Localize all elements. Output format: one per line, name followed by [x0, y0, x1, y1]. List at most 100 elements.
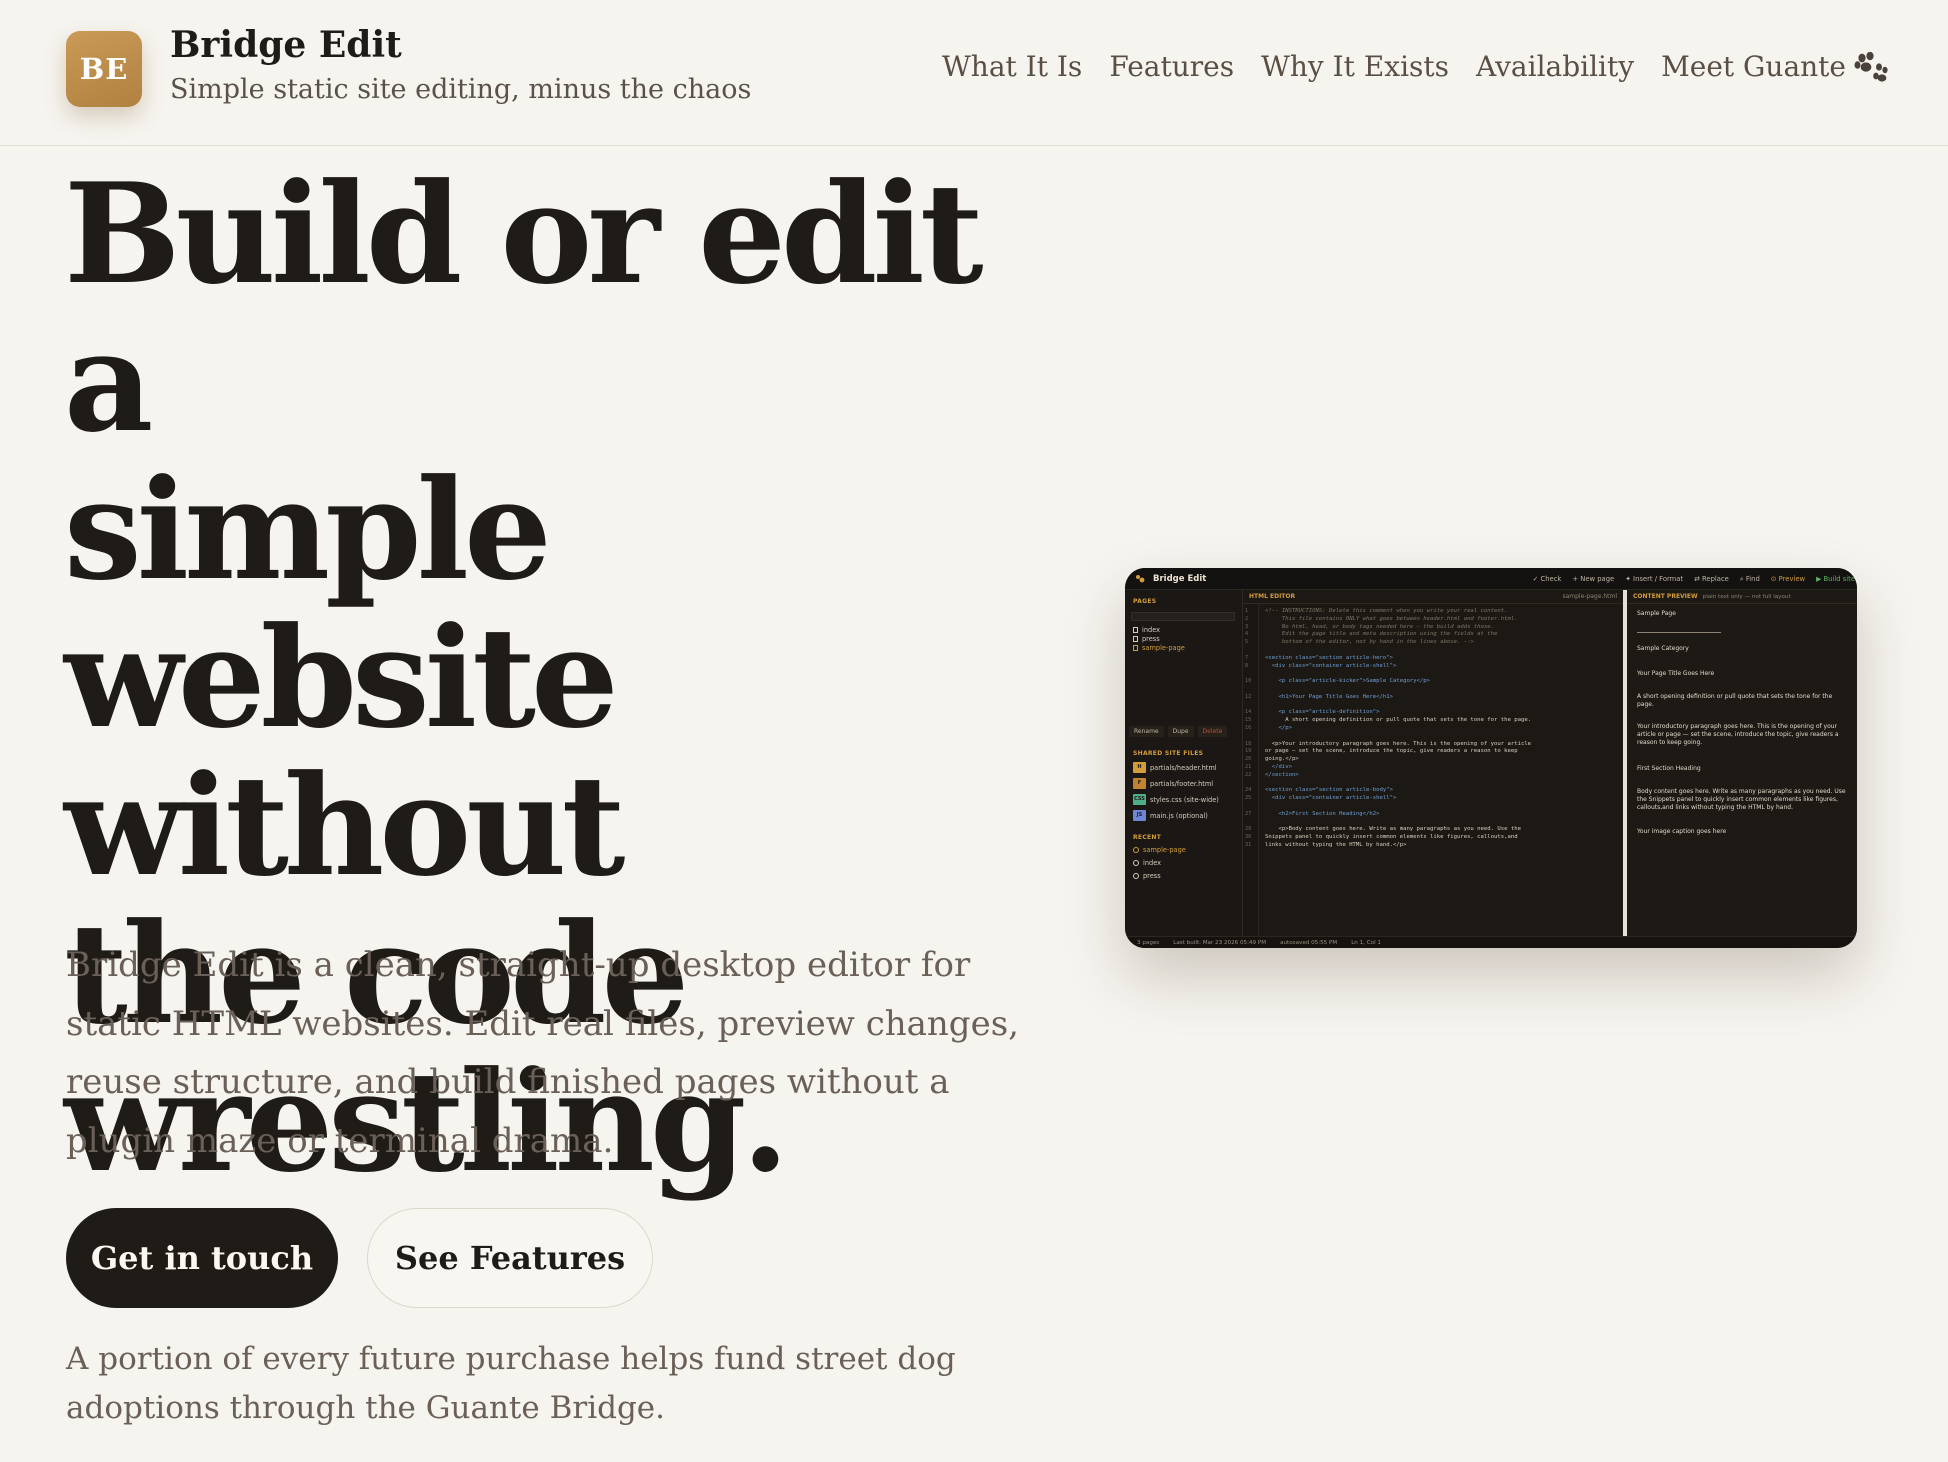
line-number: 1	[1245, 608, 1249, 614]
toolbar-replace: ⇄ Replace	[1694, 575, 1729, 583]
line-number: 19	[1245, 748, 1252, 755]
status-pages: 3 pages	[1137, 939, 1160, 946]
toolbar-new-page: + New page	[1572, 575, 1615, 583]
clock-icon	[1133, 860, 1139, 866]
app-logo-icon	[1136, 575, 1145, 583]
delete-button: Delete	[1197, 726, 1228, 737]
shared-file-label: main.js (optional)	[1150, 811, 1208, 820]
line-number: 3	[1245, 623, 1249, 630]
status-cursor: Ln 1, Col 1	[1351, 939, 1381, 946]
get-in-touch-button[interactable]: Get in touch	[66, 1208, 338, 1308]
see-features-button[interactable]: See Features	[367, 1208, 653, 1308]
line-number: 22	[1245, 771, 1252, 778]
line-number: 25	[1245, 795, 1252, 802]
hero-title-line: Build or edit a	[64, 152, 984, 463]
line-number: 24	[1245, 787, 1252, 794]
status-last-built: Last built: Mar 23 2026 05:49 PM	[1173, 939, 1267, 946]
shared-file-item: CSS styles.css (site-wide)	[1133, 794, 1219, 805]
toolbar-find: ⌕ Find	[1739, 574, 1760, 583]
page-search-field	[1131, 612, 1235, 621]
dupe-button: Dupe	[1167, 726, 1194, 737]
line-number: 10	[1245, 678, 1252, 685]
page-icon	[1133, 636, 1138, 642]
line-gutter: 1 2 3 4 5 7 8 10 12 14 15 16 18 19 20 21 22 24 25 27 29 30 31	[1243, 604, 1259, 936]
shared-file-label: styles.css (site-wide)	[1150, 795, 1219, 804]
code-line: <h1>Your Page Title Goes Here</h1>	[1265, 693, 1393, 700]
page-actions: Rename Dupe Delete	[1129, 726, 1228, 737]
code-line: or page — set the scene, introduce the t…	[1265, 748, 1518, 755]
page-item: press	[1133, 635, 1160, 643]
css-file-icon: CSS	[1133, 794, 1146, 805]
code-line: going.</p>	[1265, 756, 1299, 763]
paw-icon	[1854, 51, 1888, 82]
clock-icon	[1133, 847, 1139, 853]
code-line: <p class="article-kicker">Sample Categor…	[1265, 678, 1431, 685]
code-line: <!-- INSTRUCTIONS: Delete this comment w…	[1265, 608, 1508, 614]
site-header: BE Bridge Edit Simple static site editin…	[0, 0, 1948, 146]
toolbar-build-site: ▶ Build site	[1816, 575, 1855, 583]
rename-button: Rename	[1129, 726, 1164, 737]
page-icon	[1133, 645, 1138, 651]
preview-block: First Section Heading	[1637, 765, 1701, 772]
line-number: 4	[1245, 631, 1249, 638]
page-item-label: sample-page	[1142, 644, 1185, 652]
donation-note: A portion of every future purchase helps…	[66, 1341, 956, 1426]
line-number: 12	[1245, 693, 1252, 700]
nav-link-meet-guante[interactable]: Meet Guante	[1661, 50, 1888, 83]
html-editor-panel: HTML EDITOR sample-page.html 1 2 3 4 5 7 8 10 12…	[1243, 590, 1623, 936]
app-screenshot: Bridge Edit ✓ Check + New page ✦ Insert …	[1125, 568, 1857, 948]
shared-file-item: Fpartials/footer.html	[1133, 778, 1213, 789]
recent-item-label: sample-page	[1143, 846, 1186, 854]
brand-tagline: Simple static site editing, minus the ch…	[170, 74, 752, 105]
code-line: links without typing the HTML by hand.</…	[1265, 842, 1407, 848]
line-number: 15	[1245, 717, 1252, 724]
shared-file-label: partials/footer.html	[1150, 779, 1214, 788]
code-line: <section class="section article-hero">	[1265, 654, 1393, 661]
preview-block: Sample Page	[1637, 610, 1676, 617]
editor-heading: HTML EDITOR	[1249, 593, 1296, 600]
shared-file-item: JS main.js (optional)	[1133, 810, 1208, 821]
line-number: 14	[1245, 709, 1252, 716]
nav-link-label: Meet Guante	[1661, 50, 1846, 83]
code-line: <p>Body content goes here. Write as many…	[1265, 826, 1521, 833]
nav-link-availability[interactable]: Availability	[1476, 50, 1634, 83]
toolbar-check: ✓ Check	[1532, 575, 1562, 583]
line-number: 21	[1245, 764, 1252, 770]
code-line: This file contains ONLY what goes betwee…	[1265, 615, 1518, 622]
hero-title-line: simple website	[64, 448, 619, 759]
app-statusbar: 3 pages Last built: Mar 23 2026 05:49 PM…	[1125, 936, 1857, 948]
preview-block: A short opening definition or pull quote…	[1637, 693, 1833, 708]
code-line: </p>	[1265, 725, 1292, 731]
page-item-label: index	[1142, 626, 1161, 634]
recent-item: index	[1133, 859, 1161, 867]
nav-link-features[interactable]: Features	[1109, 50, 1234, 83]
code-line: <div class="container article-shell">	[1265, 795, 1397, 802]
line-number: 30	[1245, 834, 1252, 841]
code-line: <section class="section article-body">	[1265, 787, 1393, 794]
nav-link-label: Availability	[1476, 50, 1635, 83]
line-number: 31	[1245, 842, 1252, 848]
recent-item: press	[1133, 872, 1161, 880]
code-line: <p>Your introductory paragraph goes here…	[1265, 740, 1532, 747]
preview-block: Your image caption goes here	[1637, 828, 1727, 835]
recent-item-label: index	[1143, 859, 1162, 867]
preview-block: Your Page Title Goes Here	[1637, 670, 1715, 677]
recent-heading: RECENT	[1133, 834, 1162, 841]
nav-link-label: Why It Exists	[1261, 50, 1450, 83]
preview-block: Sample Category	[1637, 645, 1689, 652]
logo-badge[interactable]: BE	[66, 31, 142, 107]
page-icon	[1133, 627, 1138, 633]
app-title: Bridge Edit	[1153, 573, 1207, 584]
nav-link-why-it-exists[interactable]: Why It Exists	[1261, 50, 1449, 83]
preview-block: Body content goes here. Write as many pa…	[1637, 788, 1846, 811]
code-line: A short opening definition or pull quote…	[1265, 717, 1532, 724]
clock-icon	[1133, 873, 1139, 879]
content-preview-panel: CONTENT PREVIEW plain text only — not fu…	[1627, 590, 1857, 936]
page-item-label: press	[1142, 635, 1160, 643]
code-line: </section>	[1265, 771, 1299, 778]
nav-link-label: What It Is	[942, 50, 1083, 83]
nav-link-label: Features	[1109, 50, 1235, 83]
nav-link-what-it-is[interactable]: What It Is	[942, 50, 1082, 83]
brand-name[interactable]: Bridge Edit	[170, 24, 402, 66]
preview-rule	[1637, 632, 1721, 633]
